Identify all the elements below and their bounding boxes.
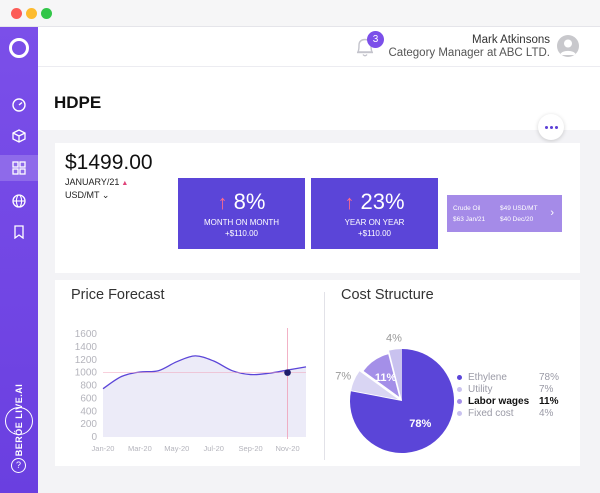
charts-card: Price Forecast Cost Structure 0 200 400 600… [55,280,580,466]
up-triangle-icon: ▲ [121,180,129,187]
brand-logo: BERÖE LIVE.AI [4,370,34,470]
legend-value: 4% [539,408,554,419]
kpi-yoy-delta: +$110.00 [358,229,391,238]
kpi-mom-pct-row: ↑ 8% [178,189,305,215]
kpi-year-on-year[interactable]: ↑ 23% YEAR ON YEAR +$110.00 [311,178,438,249]
price-date-text: JANUARY/21 [65,177,120,187]
chevron-right-icon[interactable]: › [550,207,554,219]
arrow-up-icon: ↑ [344,192,355,214]
legend-label: Labor wages [468,396,530,407]
price-card: $1499.00 JANUARY/21 ▲ USD/MT ⌄ ↑ 8% MONTH … [55,143,580,273]
kpi-month-on-month[interactable]: ↑ 8% MONTH ON MONTH +$110.00 [178,178,305,249]
kpi-yoy-pct: 23% [360,189,405,214]
pie-slice-label: 4% [386,333,402,345]
speedometer-icon[interactable] [10,96,28,114]
legend-value: 7% [539,384,554,395]
minimize-window-button[interactable] [26,8,37,19]
chevron-down-icon: ⌄ [101,190,110,200]
user-role: Category Manager at ABC LTD. [388,47,551,59]
legend-label: Fixed cost [468,408,514,419]
crude-oil-jan: $63 Jan/21 [453,216,486,223]
more-dot [554,125,558,129]
legend-label: Ethylene [468,372,507,383]
app-window: BERÖE LIVE.AI ? 3 Mark Atkinsons Categor… [0,0,600,493]
unit-selector-label: USD/MT [65,190,100,200]
kpi-mom-label: MONTH ON MONTH [203,218,280,227]
notification-badge: 3 [367,31,384,48]
maximize-window-button[interactable] [41,8,52,19]
legend-dot [457,386,462,392]
crude-oil-current: $49 USD/MT [500,205,538,212]
globe-icon[interactable] [10,192,28,210]
legend-dot [457,398,462,404]
legend-label: Utility [468,384,493,395]
legend-dot [457,374,462,380]
sidebar: BERÖE LIVE.AI ? [0,27,38,493]
cube-icon[interactable] [10,127,28,145]
kpi-mom-delta: +$110.00 [225,229,258,238]
more-dot [549,125,553,129]
title-bar [0,0,600,27]
help-icon[interactable]: ? [11,458,26,473]
more-dot [544,125,548,129]
page-header: HDPE [38,67,600,130]
legend-item[interactable]: Labor wages [457,396,529,407]
close-window-button[interactable] [11,8,22,19]
legend-value: 78% [539,372,560,383]
kpi-mom-pct: 8% [233,189,266,214]
legend-value: 11% [539,396,559,407]
crude-oil-dec: $40 Dec/20 [500,216,534,223]
user-name: Mark Atkinsons [472,34,550,46]
top-bar: 3 Mark Atkinsons Category Manager at ABC… [38,27,600,67]
pie-slice-label: 78% [409,418,431,430]
crude-oil-card[interactable]: Crude Oil $49 USD/MT $63 Jan/21 $40 Dec/… [447,195,562,232]
avatar[interactable] [557,35,579,57]
pie-slice-label: 11% [375,372,397,384]
pie-slice-label: 7% [335,371,351,383]
unit-selector[interactable]: USD/MT ⌄ [65,190,109,201]
legend-item[interactable]: Fixed cost [457,408,514,419]
bookmark-icon[interactable] [10,223,28,241]
price-value: $1499.00 [65,151,153,174]
app-logo[interactable] [9,38,29,58]
legend-dot [457,410,462,416]
kpi-yoy-pct-row: ↑ 23% [311,189,438,215]
price-date: JANUARY/21 ▲ [65,177,128,187]
kpi-yoy-label: YEAR ON YEAR [344,218,405,227]
brand-text: BERÖE LIVE.AI [14,383,24,457]
more-options-button[interactable] [538,114,564,140]
legend-item[interactable]: Utility [457,384,492,395]
page-title: HDPE [54,93,102,112]
grid-icon[interactable] [0,155,38,181]
legend-item[interactable]: Ethylene [457,372,507,383]
crude-oil-name: Crude Oil [453,205,481,212]
arrow-up-icon: ↑ [217,192,228,214]
